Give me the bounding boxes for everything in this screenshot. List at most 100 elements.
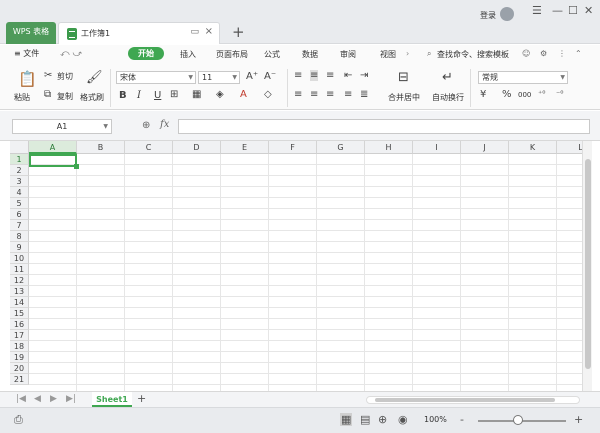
zoom-search-icon[interactable]: ⊕ [142,120,150,131]
last-sheet-icon[interactable]: ▶| [66,394,76,404]
file-menu-button[interactable]: ≡ 文件 [14,48,39,59]
row-header[interactable]: 3 [10,176,29,187]
undo-icon[interactable]: ⤺ ⤻ [60,49,82,59]
name-box[interactable]: A1 ▼ [12,119,112,134]
collapse-ribbon-icon[interactable]: ⌃ [575,49,582,58]
zoom-in-button[interactable]: + [574,413,583,426]
column-header[interactable]: J [461,141,509,154]
insert-function-button[interactable]: fx [160,119,169,130]
zoom-slider-handle[interactable] [512,415,523,425]
row-header[interactable]: 7 [10,220,29,231]
horizontal-scrollbar[interactable] [366,396,580,404]
font-color-icon[interactable]: A [240,89,247,100]
currency-icon[interactable]: ¥ [480,89,486,100]
row-header[interactable]: 16 [10,319,29,330]
row-header[interactable]: 19 [10,352,29,363]
scroll-thumb[interactable] [375,398,555,402]
row-header[interactable]: 12 [10,275,29,286]
copy-button[interactable]: 复制 [57,91,73,102]
justify-icon[interactable]: ≡ [344,89,352,100]
copy-icon[interactable]: ⧉ [44,89,51,100]
cut-button[interactable]: 剪切 [57,71,73,82]
paste-button[interactable]: 粘贴 [14,92,30,103]
cell-style-icon[interactable]: ▦ [192,89,201,100]
row-header[interactable]: 9 [10,242,29,253]
clear-format-icon[interactable]: ◇ [264,89,272,100]
decrease-font-icon[interactable]: A⁻ [264,71,276,82]
row-header[interactable]: 13 [10,286,29,297]
zoom-out-button[interactable]: - [460,413,464,426]
number-format-select[interactable]: 常规 ▼ [478,71,568,84]
font-name-select[interactable]: 宋体 ▼ [116,71,196,84]
borders-icon[interactable]: ⊞ [170,89,178,100]
font-size-select[interactable]: 11 ▼ [198,71,240,84]
macro-record-icon[interactable]: ⎙ [14,413,23,427]
row-header[interactable]: 21 [10,374,29,385]
row-header[interactable]: 8 [10,231,29,242]
indent-decrease-icon[interactable]: ⇤ [344,70,352,81]
app-tab[interactable]: WPS 表格 [6,22,56,44]
active-cell[interactable] [29,154,79,169]
normal-view-icon[interactable]: ▦ [340,413,353,426]
more-tabs-icon[interactable]: › [406,49,409,58]
align-left-icon[interactable]: ≡ [294,89,302,100]
cut-icon[interactable]: ✂ [44,70,52,81]
window-icon[interactable]: ▭ [190,27,199,37]
column-header[interactable]: A [29,141,77,154]
format-painter-icon[interactable]: 🖌 [86,70,103,85]
increase-decimal-icon[interactable]: ⁺⁰ [538,89,545,98]
row-header[interactable]: 15 [10,308,29,319]
close-tab-icon[interactable]: × [205,26,213,37]
prev-sheet-icon[interactable]: ◀ [34,394,41,404]
column-header[interactable]: H [365,141,413,154]
vertical-scrollbar[interactable] [582,141,592,391]
zoom-level[interactable]: 100% [424,415,447,424]
align-bottom-icon[interactable]: ≡ [326,70,334,81]
select-all-corner[interactable] [10,141,29,154]
first-sheet-icon[interactable]: |◀ [16,394,26,404]
row-header[interactable]: 2 [10,165,29,176]
row-header[interactable]: 5 [10,198,29,209]
decrease-decimal-icon[interactable]: ⁻⁰ [556,89,563,98]
formula-input[interactable] [178,119,590,134]
more-icon[interactable]: ⋮ [558,49,566,58]
column-header[interactable]: B [77,141,125,154]
align-top-icon[interactable]: ≡ [294,70,302,81]
column-header[interactable]: K [509,141,557,154]
row-header[interactable]: 4 [10,187,29,198]
column-header[interactable]: E [221,141,269,154]
next-sheet-icon[interactable]: ▶ [50,394,57,404]
column-header[interactable]: C [125,141,173,154]
row-header[interactable]: 11 [10,264,29,275]
underline-button[interactable]: U [154,90,161,101]
column-header[interactable]: D [173,141,221,154]
merge-center-icon[interactable]: ⊟ [398,70,409,85]
page-break-view-icon[interactable]: ⊕ [378,413,387,426]
menu-icon[interactable]: ☰ [532,4,542,17]
close-window-button[interactable]: ✕ [584,4,593,17]
align-middle-icon[interactable]: ≡ [310,70,319,81]
indent-increase-icon[interactable]: ⇥ [360,70,368,81]
format-painter-button[interactable]: 格式刷 [80,92,104,103]
column-header[interactable]: I [413,141,461,154]
minimize-button[interactable]: — [552,4,563,17]
row-header[interactable]: 18 [10,341,29,352]
login-link[interactable]: 登录 [480,10,496,21]
column-header[interactable]: G [317,141,365,154]
wrap-text-button[interactable]: 自动换行 [432,92,464,103]
italic-button[interactable]: I [137,90,141,101]
add-sheet-button[interactable]: + [137,392,146,405]
tab-insert[interactable]: 插入 [180,49,196,60]
column-header[interactable]: L [557,141,582,154]
row-header[interactable]: 10 [10,253,29,264]
row-header[interactable]: 17 [10,330,29,341]
merge-center-button[interactable]: 合并居中 [388,92,420,103]
command-search[interactable]: 查找命令、搜索模板 [437,49,509,60]
column-header[interactable]: F [269,141,317,154]
maximize-button[interactable]: ☐ [568,4,578,17]
tab-view[interactable]: 视图 [380,49,396,60]
thousands-button[interactable]: 000 [518,91,531,99]
percent-button[interactable]: % [502,89,512,100]
tab-formulas[interactable]: 公式 [264,49,280,60]
tab-data[interactable]: 数据 [302,49,318,60]
